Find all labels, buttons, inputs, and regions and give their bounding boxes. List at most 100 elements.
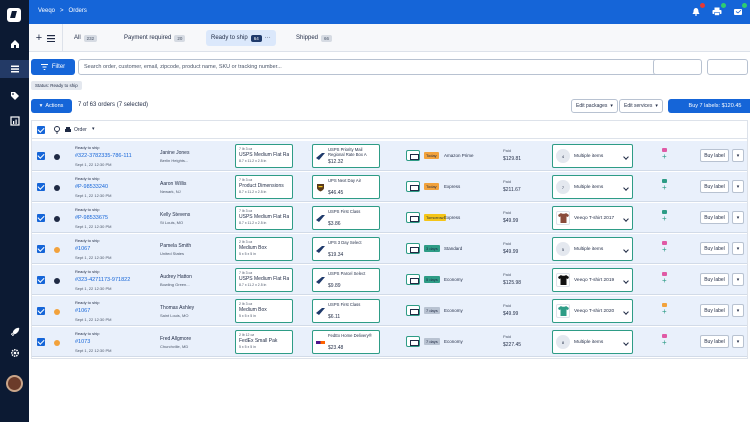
row-checkbox[interactable] xyxy=(37,214,45,222)
tag-icon[interactable] xyxy=(8,89,21,102)
notifications-bell-icon[interactable] xyxy=(690,3,705,17)
reports-icon[interactable] xyxy=(8,114,21,127)
table-row[interactable]: Ready to ship #1067 Sept 1, 22 12:30 PM … xyxy=(32,234,747,264)
order-number-link[interactable]: #323-4271173-971822 xyxy=(75,277,145,283)
rocket-icon[interactable] xyxy=(8,325,21,338)
shipping-service-select[interactable]: USPS First Class $3.86 xyxy=(312,206,380,230)
order-column-header[interactable]: Order xyxy=(74,127,87,133)
table-row[interactable]: Ready to ship #1067 Sept 1, 22 12:30 PM … xyxy=(32,296,747,326)
row-options-button[interactable]: ▾ xyxy=(732,149,744,162)
row-options-button[interactable]: ▾ xyxy=(732,211,744,224)
add-tag-icon[interactable]: + xyxy=(662,184,670,192)
scale-icon[interactable] xyxy=(732,3,747,17)
table-row[interactable]: Ready to ship #323-4271173-971822 Sept 1… xyxy=(32,265,747,295)
ship-date-icon[interactable] xyxy=(406,212,420,223)
ship-date-icon[interactable] xyxy=(406,305,420,316)
ship-date-icon[interactable] xyxy=(406,274,420,285)
tab-all[interactable]: All 232 xyxy=(69,30,102,46)
printer-icon[interactable] xyxy=(711,3,726,17)
order-search-input[interactable]: Search order, customer, email, zipcode, … xyxy=(78,59,681,75)
row-options-button[interactable]: ▾ xyxy=(732,180,744,193)
order-number-link[interactable]: #1073 xyxy=(75,339,145,345)
tab-payment-required[interactable]: Payment required 20 xyxy=(119,30,190,46)
package-select[interactable]: 7 lb 3 oz USPS Medium Flat Rate... 8.7 x… xyxy=(235,144,293,168)
row-checkbox[interactable] xyxy=(37,152,45,160)
breadcrumb-root[interactable]: Veeqo xyxy=(38,8,55,14)
customer-name[interactable]: Kelly Stevens xyxy=(160,212,230,218)
tab-shipped[interactable]: Shipped 66 xyxy=(291,30,337,46)
items-select[interactable]: Veeqo T-shirt 2019 xyxy=(552,268,633,292)
row-options-button[interactable]: ▾ xyxy=(732,273,744,286)
add-tag-icon[interactable]: + xyxy=(662,215,670,223)
customer-name[interactable]: Audrey Hatton xyxy=(160,274,230,280)
add-tag-icon[interactable]: + xyxy=(662,277,670,285)
items-select[interactable]: Veeqo T-shirt 2020 xyxy=(552,299,633,323)
shipping-service-select[interactable]: FedEx Home Delivery® $23.48 xyxy=(312,330,380,354)
customer-name[interactable]: Aaron Willis xyxy=(160,181,230,187)
order-number-link[interactable]: #1067 xyxy=(75,246,145,252)
table-row[interactable]: Ready to ship #322-3782335-786-111 Sept … xyxy=(32,141,747,171)
add-tag-icon[interactable]: + xyxy=(662,339,670,347)
add-tag-icon[interactable]: + xyxy=(662,308,670,316)
order-number-link[interactable]: #1067 xyxy=(75,308,145,314)
order-number-link[interactable]: #P-98533240 xyxy=(75,184,145,190)
buy-label-button[interactable]: Buy label xyxy=(700,335,729,348)
package-select[interactable]: 7 lb 3 oz USPS Medium Flat Rate... 8.7 x… xyxy=(235,268,293,292)
shipping-service-select[interactable]: UPS 3 Day Select $19.34 xyxy=(312,237,380,261)
buy-label-button[interactable]: Buy label xyxy=(700,149,729,162)
items-select[interactable]: 5 Multiple items xyxy=(552,237,633,261)
items-select[interactable]: 4 Multiple items xyxy=(552,144,633,168)
add-order-button[interactable]: + xyxy=(29,24,63,52)
package-select[interactable]: 2 lb 3 oz Medium Box 5 x 5 x 5 in xyxy=(235,237,293,261)
package-select[interactable]: 2 lb 12 oz FedEx Small Pak 5 x 5 x 5 in xyxy=(235,330,293,354)
edit-services-button[interactable]: Edit services ▾ xyxy=(619,99,663,113)
status-filter-chip[interactable]: Status: Ready to ship xyxy=(31,81,82,90)
buy-label-button[interactable]: Buy label xyxy=(700,180,729,193)
filter-field-1[interactable] xyxy=(653,59,702,75)
more-options-icon[interactable]: ··· xyxy=(265,35,271,41)
customer-name[interactable]: Pamela Smith xyxy=(160,243,230,249)
add-tag-icon[interactable]: + xyxy=(662,246,670,254)
veeqo-logo[interactable] xyxy=(7,8,21,22)
buy-label-button[interactable]: Buy label xyxy=(700,242,729,255)
filter-field-2[interactable] xyxy=(707,59,748,75)
add-tag-icon[interactable]: + xyxy=(662,153,670,161)
buy-label-button[interactable]: Buy label xyxy=(700,304,729,317)
select-all-checkbox[interactable] xyxy=(37,126,45,134)
row-options-button[interactable]: ▾ xyxy=(732,242,744,255)
shipping-service-select[interactable]: USPS Parcel Select $9.89 xyxy=(312,268,380,292)
ship-date-icon[interactable] xyxy=(406,336,420,347)
row-checkbox[interactable] xyxy=(37,276,45,284)
customer-name[interactable]: Fred Allgmore xyxy=(160,336,230,342)
ship-date-icon[interactable] xyxy=(406,181,420,192)
row-options-button[interactable]: ▾ xyxy=(732,304,744,317)
edit-packages-button[interactable]: Edit packages ▾ xyxy=(571,99,618,113)
sort-chevron-icon[interactable]: ▾ xyxy=(92,126,95,132)
row-checkbox[interactable] xyxy=(37,338,45,346)
shipping-service-select[interactable]: USPS Priority Mail Regional Rate Box A $… xyxy=(312,144,380,168)
table-row[interactable]: Ready to ship #1073 Sept 1, 22 12:30 PM … xyxy=(32,327,747,357)
user-avatar[interactable] xyxy=(6,375,23,392)
table-row[interactable]: Ready to ship #P-98533675 Sept 1, 22 12:… xyxy=(32,203,747,233)
ship-date-icon[interactable] xyxy=(406,243,420,254)
row-checkbox[interactable] xyxy=(37,245,45,253)
buy-label-button[interactable]: Buy label xyxy=(700,273,729,286)
actions-dropdown-button[interactable]: ▾ Actions xyxy=(31,99,72,113)
row-checkbox[interactable] xyxy=(37,183,45,191)
buy-labels-button[interactable]: Buy 7 labels: $120.45 xyxy=(668,99,750,113)
items-select[interactable]: 7 Multiple items xyxy=(552,175,633,199)
package-select[interactable]: 2 lb 3 oz Medium Box 5 x 5 x 5 in xyxy=(235,299,293,323)
tab-ready-to-ship[interactable]: Ready to ship 64 ··· xyxy=(206,30,276,46)
order-number-link[interactable]: #P-98533675 xyxy=(75,215,145,221)
row-checkbox[interactable] xyxy=(37,307,45,315)
home-icon[interactable] xyxy=(8,37,21,50)
ship-date-icon[interactable] xyxy=(406,150,420,161)
customer-name[interactable]: Thomas Ashley xyxy=(160,305,230,311)
buy-label-button[interactable]: Buy label xyxy=(700,211,729,224)
items-select[interactable]: 8 Multiple items xyxy=(552,330,633,354)
filter-button[interactable]: Filter xyxy=(31,59,75,75)
shipping-service-select[interactable]: USPS First Class $6.11 xyxy=(312,299,380,323)
orders-icon[interactable] xyxy=(8,62,21,75)
items-select[interactable]: Veeqo T-shirt 2017 xyxy=(552,206,633,230)
package-select[interactable]: 7 lb 3 oz Product Dimensions 8.7 x 11.2 … xyxy=(235,175,293,199)
